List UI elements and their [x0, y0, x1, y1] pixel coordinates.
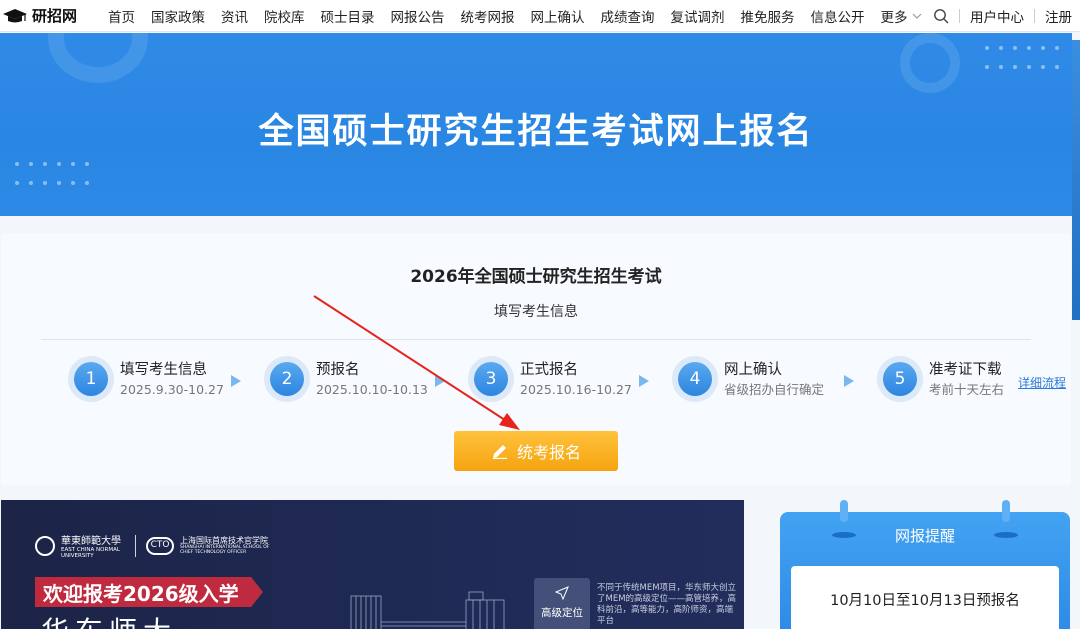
ad-feature-label: 高级定位 — [541, 607, 583, 619]
nav-item-catalog[interactable]: 硕士目录 — [313, 6, 383, 26]
card-subtitle: 填写考生信息 — [494, 304, 578, 320]
step-number-badge: 4 — [672, 356, 718, 402]
unified-exam-apply-button[interactable]: 统考报名 — [454, 431, 618, 471]
registration-process-card: 2026年全国硕士研究生招生考试 填写考生信息 1 填写考生信息 2025.9.… — [1, 233, 1071, 485]
step-date: 2025.10.16-10.27 — [520, 381, 632, 397]
hero-title: 全国硕士研究生招生考试网上报名 — [258, 112, 814, 152]
process-step-3: 3 正式报名 2025.10.16-10.27 — [468, 356, 632, 402]
reminder-text: 10月10日至10月13日预报名 — [830, 593, 1020, 609]
nav-item-scores[interactable]: 成绩查询 — [593, 6, 663, 26]
register-link[interactable]: 注册 — [1045, 6, 1072, 26]
step-date: 2025.10.10-10.13 — [316, 381, 428, 397]
nav-menu: 首页 国家政策 资讯 院校库 硕士目录 网报公告 统考网报 网上确认 成绩查询 … — [100, 6, 930, 26]
search-icon[interactable] — [933, 8, 949, 24]
institute-name-en: SHANGHAI INTERNATIONAL SCHOOL OF CHIEF T… — [180, 545, 270, 555]
hero-decor-circle — [48, 33, 148, 83]
nav-item-home[interactable]: 首页 — [100, 6, 143, 26]
detail-process-link[interactable]: 详细流程 — [1018, 374, 1066, 391]
nav-item-news[interactable]: 资讯 — [213, 6, 256, 26]
top-nav: 研招网 首页 国家政策 资讯 院校库 硕士目录 网报公告 统考网报 网上确认 成… — [0, 0, 1080, 32]
institute-name: 上海国际首席技术官学院 — [180, 536, 268, 545]
step-number-badge: 1 — [68, 356, 114, 402]
step-arrow-icon — [435, 375, 445, 387]
ad-welcome-ribbon: 欢迎报考2026级入学 — [35, 577, 263, 607]
side-floating-widget[interactable] — [1072, 40, 1080, 320]
step-number-badge: 5 — [877, 356, 923, 402]
process-step-2: 2 预报名 2025.10.10-10.13 — [264, 356, 428, 402]
logo-text: 研招网 — [32, 7, 78, 25]
ad-feature-description: 不同于传统MEM项目，华东师大创立了MEM的高级定位——高管培养，高科前沿，高等… — [597, 583, 737, 626]
step-number: 4 — [678, 362, 712, 396]
nav-item-adjust[interactable]: 复试调剂 — [663, 6, 733, 26]
nav-item-online-confirm[interactable]: 网上确认 — [523, 6, 593, 26]
reminder-title: 网报提醒 — [894, 527, 955, 545]
step-arrow-icon — [231, 375, 241, 387]
nav-item-schools[interactable]: 院校库 — [256, 6, 313, 26]
site-logo[interactable]: 研招网 — [2, 5, 92, 26]
seal-icon — [35, 535, 55, 556]
step-number: 5 — [883, 362, 917, 396]
step-number-badge: 2 — [264, 356, 310, 402]
nav-item-online-register[interactable]: 统考网报 — [453, 6, 523, 26]
nav-item-exempt[interactable]: 推免服务 — [733, 6, 803, 26]
user-center-link[interactable]: 用户中心 — [970, 6, 1024, 26]
nav-item-policy[interactable]: 国家政策 — [143, 6, 213, 26]
nav-item-disclosure[interactable]: 信息公开 — [803, 6, 873, 26]
cto-school-logo: CTO 上海国际首席技术官学院 SHANGHAI INTERNATIONAL S… — [146, 536, 280, 555]
logo-divider — [135, 534, 136, 557]
step-arrow-icon — [639, 375, 649, 387]
nav-divider — [1034, 9, 1035, 23]
cto-badge: CTO — [146, 536, 174, 555]
ad-logos: 華東師範大學 EAST CHINA NORMAL UNIVERSITY CTO … — [35, 532, 280, 559]
nav-divider — [959, 9, 960, 23]
nav-more-dropdown[interactable]: 更多 — [873, 6, 930, 26]
hero-decor-dots — [15, 161, 105, 199]
ad-headline: 华东师大 — [41, 610, 177, 629]
step-number: 3 — [474, 362, 508, 396]
school-name: 華東師範大學 — [61, 536, 121, 547]
hero-decor-circle — [900, 33, 960, 93]
school-name-en: EAST CHINA NORMAL UNIVERSITY — [61, 547, 120, 559]
graduation-cap-icon — [3, 8, 27, 22]
hero-banner: 全国硕士研究生招生考试网上报名 — [0, 33, 1072, 216]
card-title: 2026年全国硕士研究生招生考试 — [410, 267, 662, 287]
pencil-icon — [492, 445, 507, 459]
binder-pin-icon — [1002, 500, 1010, 522]
apply-button-label: 统考报名 — [516, 443, 581, 462]
step-date: 省级招办自行确定 — [724, 381, 825, 397]
building-illustration — [350, 591, 505, 629]
step-date: 2025.9.30-10.27 — [120, 381, 224, 397]
ecnu-logo: 華東師範大學 EAST CHINA NORMAL UNIVERSITY — [35, 532, 125, 559]
step-name: 预报名 — [316, 361, 360, 378]
step-name: 网上确认 — [724, 361, 782, 378]
chevron-down-icon — [912, 13, 921, 19]
nav-more-label: 更多 — [880, 9, 908, 26]
reminder-body: 10月10日至10月13日预报名 — [791, 566, 1059, 629]
step-name: 正式报名 — [520, 361, 578, 378]
navigation-arrow-icon — [554, 586, 569, 601]
hero-decor-dots — [985, 45, 1072, 83]
process-step-4: 4 网上确认 省级招办自行确定 — [672, 356, 824, 402]
step-number-badge: 3 — [468, 356, 514, 402]
step-number: 2 — [270, 362, 304, 396]
step-name: 填写考生信息 — [120, 361, 207, 378]
step-arrow-icon — [844, 375, 854, 387]
step-number: 1 — [74, 362, 108, 396]
step-date: 考前十天左右 — [929, 381, 1005, 397]
process-step-5: 5 准考证下载 考前十天左右 — [877, 356, 1004, 402]
binder-pin-icon — [840, 500, 848, 522]
ad-feature-box: 高级定位 — [534, 578, 590, 629]
step-name: 准考证下载 — [929, 361, 1002, 378]
registration-reminder-card: 网报提醒 10月10日至10月13日预报名 — [780, 500, 1070, 629]
promo-banner-ecnu[interactable]: 華東師範大學 EAST CHINA NORMAL UNIVERSITY CTO … — [1, 500, 744, 629]
divider — [41, 339, 1031, 340]
process-step-1: 1 填写考生信息 2025.9.30-10.27 — [68, 356, 224, 402]
nav-item-notices[interactable]: 网报公告 — [383, 6, 453, 26]
